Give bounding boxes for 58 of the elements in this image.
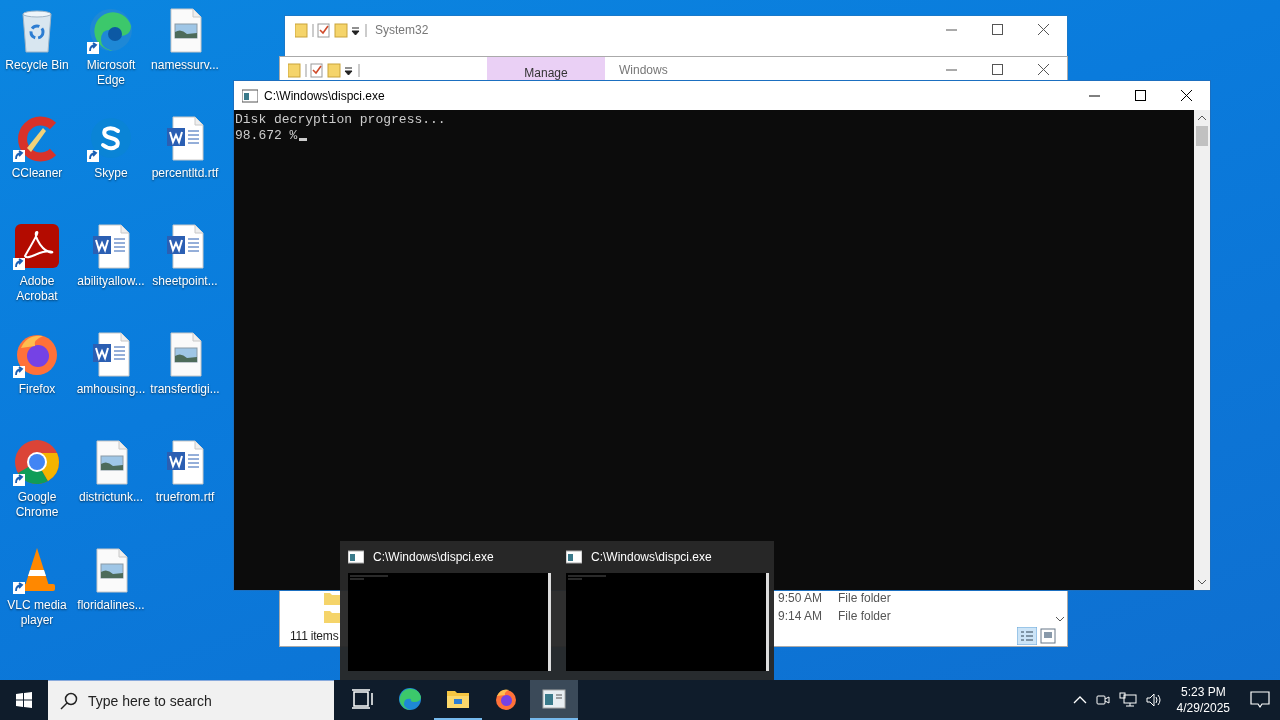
console-icon <box>242 88 258 103</box>
volume-icon[interactable] <box>1144 692 1163 708</box>
icon-label: Recycle Bin <box>5 58 69 73</box>
icon-label: namessurv... <box>151 58 219 73</box>
table-cell-text: 9:14 AM <box>778 609 824 623</box>
preview-title: C:\Windows\dispci.exe <box>591 550 712 564</box>
clock-date[interactable]: 4/29/2025 <box>1176 700 1230 716</box>
console-text: 98.672 % <box>235 128 298 143</box>
icon-label: amhousing... <box>76 382 146 397</box>
manage-tab[interactable]: Manage <box>487 57 605 83</box>
icon-label: VLC media player <box>6 598 68 628</box>
task-view-icon <box>350 687 374 711</box>
icon-label: CCleaner <box>11 166 63 181</box>
text-cursor <box>299 138 308 141</box>
icon-label: Adobe Acrobat <box>15 274 59 304</box>
icon-label: transferdigi... <box>150 382 220 397</box>
scroll-thumb[interactable] <box>1196 126 1208 146</box>
quick-access-toolbar[interactable] <box>295 20 367 40</box>
network-icon[interactable] <box>1118 692 1137 708</box>
chrome-icon[interactable] <box>13 438 61 486</box>
window-title: Windows <box>619 63 669 77</box>
firefox-icon <box>494 687 518 711</box>
icon-label: truefrom.rtf <box>155 490 215 505</box>
icon-label: sheetpoint... <box>152 274 218 289</box>
thumbnail-view-button[interactable] <box>1037 626 1059 645</box>
console-icon <box>348 550 364 564</box>
camera-icon[interactable] <box>1094 692 1111 708</box>
acrobat-icon[interactable] <box>13 222 61 270</box>
chevron-up-icon[interactable] <box>1072 695 1087 705</box>
edge-icon <box>398 687 422 711</box>
icon-label: districtunk... <box>79 490 143 505</box>
window-title: System32 <box>375 23 430 37</box>
icon-label: abilityallow... <box>77 274 145 289</box>
folder-icon <box>324 609 340 623</box>
quick-access-toolbar[interactable] <box>288 60 360 80</box>
notification-icon[interactable] <box>1250 691 1270 709</box>
icon-label: floridalines... <box>77 598 145 613</box>
edge-icon[interactable] <box>87 6 135 54</box>
icon-label: Microsoft Edge <box>85 58 137 88</box>
search-icon <box>60 691 78 710</box>
windows-logo-icon <box>16 692 32 708</box>
window-title: C:\Windows\dispci.exe <box>264 88 386 103</box>
status-text: 111 items <box>290 628 339 643</box>
search-field[interactable]: Type here to search <box>48 680 334 720</box>
console-text: Disk decryption progress... <box>235 112 446 127</box>
icon-label: Skype <box>94 166 128 181</box>
console-icon <box>542 687 566 711</box>
preview-title: C:\Windows\dispci.exe <box>373 550 494 564</box>
icon-label: Google Chrome <box>14 490 60 520</box>
clock-time[interactable]: 5:23 PM <box>1180 684 1226 700</box>
taskbar-button[interactable] <box>530 680 578 720</box>
details-view-button[interactable] <box>1017 626 1037 645</box>
table-cell-text: 9:50 AM <box>778 591 824 605</box>
icon-label: percentltd.rtf <box>151 166 219 181</box>
icon-label: Firefox <box>18 382 56 397</box>
console-icon <box>566 550 582 564</box>
table-cell: File folder <box>838 609 891 623</box>
table-cell: File folder <box>838 591 891 605</box>
